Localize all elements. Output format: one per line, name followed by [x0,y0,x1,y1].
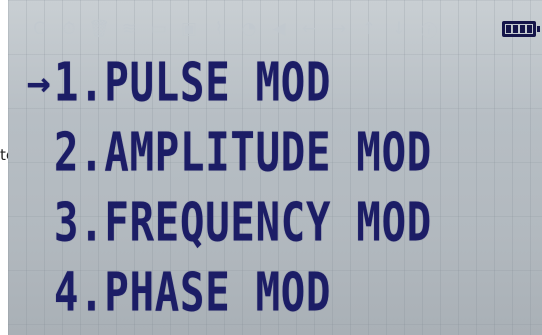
arrow-right-icon: → [331,19,347,39]
menu-item-4[interactable]: 4.PHASE MOD [24,258,542,328]
battery-cell [506,25,511,33]
menu-item-1[interactable]: → 1.PULSE MOD [24,48,542,118]
signal-icon: ≋ [121,19,137,39]
menu-item-label: 2.AMPLITUDE MOD [54,122,432,184]
thermometer-icon: ⌇ [214,19,224,39]
selection-cursor-icon: → [26,60,52,106]
status-icons: C ⏱ 🗑 ≋ ▭ ▣ ⌇ ◔ ◀ ← → ↑ ↓ ⓘ [28,18,440,42]
status-bar: C ⏱ 🗑 ≋ ▭ ▣ ⌇ ◔ ◀ ← → ↑ ↓ ⓘ [28,12,540,46]
modulation-menu: → 1.PULSE MOD 2.AMPLITUDE MOD 3.FREQUENCY M… [24,48,542,328]
speaker-icon: ◀ [272,19,286,39]
menu-item-label: 1.PULSE MOD [54,52,332,114]
arrow-down-icon: ↓ [391,19,407,39]
menu-item-2[interactable]: 2.AMPLITUDE MOD [24,118,542,188]
menu-item-label: 4.PHASE MOD [54,262,332,324]
lcd-display: C ⏱ 🗑 ≋ ▭ ▣ ⌇ ◔ ◀ ← → ↑ ↓ ⓘ → 1.PULSE MOD 2.AMPLITUDE M… [8,0,542,335]
battery-cell [520,25,525,33]
trash-icon: 🗑 [88,19,110,39]
lock-icon: ▣ [180,19,198,39]
arrow-left-icon: ← [301,19,317,39]
battery-cell [527,25,532,33]
clock-icon: ⏱ [62,19,76,39]
arrow-up-icon: ↑ [361,19,377,39]
menu-item-3[interactable]: 3.FREQUENCY MOD [24,188,542,258]
info-icon: ⓘ [420,21,438,42]
folder-icon: ▭ [150,19,168,39]
screen-photo: te C⏱🗑≋▭▣⌇◔◀←→↑↓ⓘ →1.PULSE MOD2.AMPLITUD… [0,0,542,335]
menu-item-label: 3.FREQUENCY MOD [54,192,432,254]
battery-cell [513,25,518,33]
bell-icon: ◔ [241,19,257,39]
c-icon: C [33,19,45,39]
battery-icon [502,21,540,37]
